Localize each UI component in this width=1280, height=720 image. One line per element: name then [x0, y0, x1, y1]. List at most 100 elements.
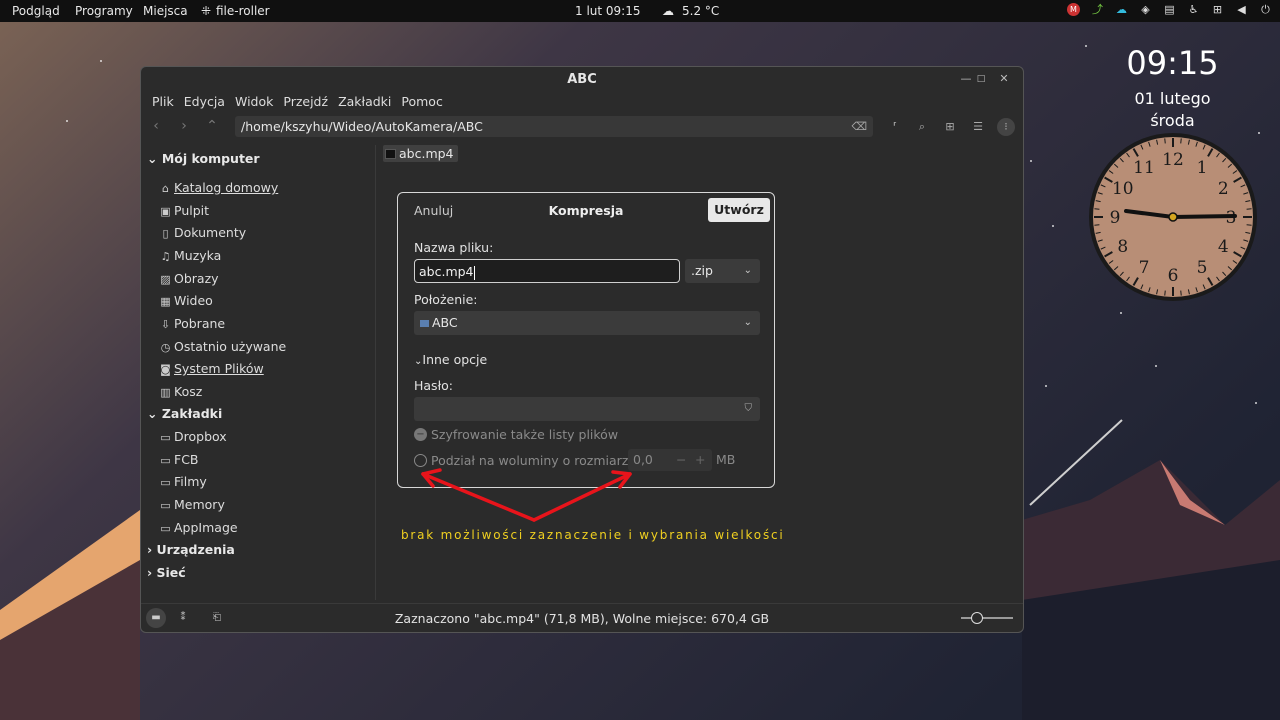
clock-minute-hand — [1171, 214, 1237, 219]
maximize-icon[interactable]: □ — [974, 74, 988, 84]
file-item[interactable]: abc.mp4 — [383, 145, 458, 162]
compact-view-icon[interactable]: ⁝ — [997, 118, 1015, 136]
sidebar-item-dropbox[interactable]: ▭ Dropbox — [159, 429, 226, 444]
extension-select[interactable]: .zip ⌄ — [685, 259, 760, 283]
location-label: Położenie: — [414, 292, 478, 307]
network-icon[interactable]: ⊞ — [1211, 3, 1224, 16]
sidebar-item-filesystem[interactable]: ◙ System Plików — [159, 361, 264, 376]
zoom-slider[interactable] — [961, 612, 1013, 624]
topbar-app-name[interactable]: file-roller — [216, 4, 270, 18]
sidebar-item-fcb[interactable]: ▭ FCB — [159, 452, 198, 467]
minimize-icon[interactable]: — — [959, 72, 973, 85]
volume-icon[interactable]: ◀ — [1235, 3, 1248, 16]
clock-numeral: 6 — [1168, 266, 1179, 286]
password-input[interactable]: ⛉ — [414, 397, 760, 421]
sidebar-item-music[interactable]: ♫ Muzyka — [159, 248, 222, 263]
topbar-menu-programy[interactable]: Programy — [75, 4, 133, 18]
topbar-datetime[interactable]: 1 lut 09:15 — [575, 4, 641, 18]
icon-view-icon[interactable]: ⊞ — [941, 118, 959, 136]
desktop-clock-time: 09:15 — [1126, 44, 1219, 82]
sidebar-item-desktop[interactable]: ▣ Pulpit — [159, 203, 209, 218]
menu-pomoc[interactable]: Pomoc — [396, 94, 447, 112]
sidebar-item-appimage[interactable]: ▭ AppImage — [159, 520, 237, 535]
clipboard-icon[interactable]: ▤ — [1163, 3, 1176, 16]
sidebar-item-label: Filmy — [174, 474, 207, 489]
chevron-down-icon: ⌄ — [743, 317, 752, 328]
sidebar-section-network[interactable]: › Sieć — [147, 565, 186, 580]
forward-icon[interactable]: › — [175, 118, 193, 134]
menu-plik[interactable]: Plik — [147, 94, 179, 112]
menu-zakladki[interactable]: Zakładki — [333, 94, 396, 112]
clock-tick — [1180, 290, 1182, 296]
zoom-slider-handle[interactable] — [971, 612, 983, 624]
folder-icon: ▭ — [160, 431, 171, 444]
clock-day-line: środa — [1150, 111, 1195, 130]
filename-value: abc.mp4 — [419, 264, 474, 279]
sidebar-item-pictures[interactable]: ▨ Obrazy — [159, 271, 218, 286]
back-icon[interactable]: ‹ — [147, 118, 165, 134]
document-icon: ▯ — [162, 227, 169, 240]
sidebar-item-label: System Plików — [174, 361, 264, 376]
menu-przejdz[interactable]: Przejdź — [278, 94, 333, 112]
clock-numeral: 5 — [1197, 258, 1208, 278]
accessibility-icon[interactable]: ♿ — [1187, 3, 1200, 16]
menu-edycja[interactable]: Edycja — [179, 94, 230, 112]
clock-numeral: 10 — [1112, 179, 1134, 199]
decrement-icon[interactable]: − — [676, 449, 686, 471]
video-icon: ▦ — [160, 295, 171, 308]
sidebar-item-filmy[interactable]: ▭ Filmy — [159, 474, 207, 489]
file-name: abc.mp4 — [399, 146, 454, 161]
titlebar[interactable]: ABC — □ ✕ — [141, 67, 1023, 93]
sidebar-item-documents[interactable]: ▯ Dokumenty — [159, 225, 246, 240]
shield-icon: ⛉ — [744, 403, 753, 414]
clock-numeral: 7 — [1139, 258, 1150, 278]
folder-icon: ▭ — [160, 454, 171, 467]
encrypt-list-label: Szyfrowanie także listy plików — [431, 427, 619, 442]
encrypt-list-checkbox[interactable]: − Szyfrowanie także listy plików — [414, 427, 618, 442]
filename-input[interactable]: abc.mp4 — [414, 259, 680, 283]
sidebar-item-memory[interactable]: ▭ Memory — [159, 497, 225, 512]
sidebar-item-home[interactable]: ⌂ Katalog domowy — [159, 180, 278, 195]
window-title: ABC — [567, 72, 597, 87]
sidebar-section-bookmarks[interactable]: ⌄ Zakładki — [147, 406, 222, 421]
topbar-menu-miejsca[interactable]: Miejsca — [143, 4, 188, 18]
power-icon[interactable]: ⏻ — [1259, 3, 1272, 16]
create-button[interactable]: Utwórz — [708, 198, 770, 222]
close-icon[interactable]: ✕ — [997, 72, 1011, 85]
filename-label: Nazwa pliku: — [414, 240, 494, 255]
sidebar-section-devices[interactable]: › Urządzenia — [147, 542, 235, 557]
more-options-expander[interactable]: ⌄Inne opcje — [414, 352, 487, 367]
chevron-down-icon: ⌄ — [147, 151, 158, 166]
chevron-down-icon: ⌄ — [147, 406, 158, 421]
sidebar-item-label: Katalog domowy — [174, 180, 279, 195]
toggle-location-icon[interactable]: ⸢ — [886, 118, 904, 136]
sidebar-section-label: Mój komputer — [161, 151, 260, 166]
clock-numeral: 11 — [1133, 158, 1155, 178]
clock-tick — [1246, 208, 1252, 210]
chevron-down-icon: ⌄ — [743, 265, 752, 276]
clock-numeral: 9 — [1110, 208, 1121, 228]
topbar-weather[interactable]: 5.2 °C — [682, 4, 719, 18]
app-icon[interactable]: ⤴ — [1091, 3, 1104, 16]
sidebar-section-computer[interactable]: ⌄ Mój komputer — [147, 151, 260, 166]
sidebar-item-trash[interactable]: ▥ Kosz — [159, 384, 202, 399]
menu-widok[interactable]: Widok — [230, 94, 278, 112]
location-select[interactable]: ABC ⌄ — [414, 311, 760, 335]
dropbox-icon[interactable]: ◈ — [1139, 3, 1152, 16]
cloud-icon[interactable]: ☁ — [1115, 3, 1128, 16]
volume-size-spinner[interactable]: 0,0 − + — [628, 449, 712, 471]
status-text: Zaznaczono "abc.mp4" (71,8 MB), Wolne mi… — [394, 611, 770, 626]
split-volumes-checkbox[interactable]: Podział na woluminy o rozmiarze — [414, 453, 636, 468]
mail-icon[interactable]: M — [1067, 3, 1080, 16]
list-view-icon[interactable]: ☰ — [969, 118, 987, 136]
sidebar-item-recent[interactable]: ◷ Ostatnio używane — [159, 339, 287, 354]
topbar-menu-podglad[interactable]: Podgląd — [12, 4, 60, 18]
location-bar[interactable]: /home/kszyhu/Wideo/AutoKamera/ABC ⌫ — [235, 116, 873, 137]
search-icon[interactable]: ⌕ — [913, 118, 931, 136]
increment-icon[interactable]: + — [695, 449, 705, 471]
sidebar-item-videos[interactable]: ▦ Wideo — [159, 293, 213, 308]
up-icon[interactable]: ⌃ — [203, 118, 221, 134]
sidebar-item-downloads[interactable]: ⇩ Pobrane — [159, 316, 225, 331]
sidebar-section-label: Sieć — [156, 565, 186, 580]
clear-path-icon[interactable]: ⌫ — [851, 116, 867, 137]
